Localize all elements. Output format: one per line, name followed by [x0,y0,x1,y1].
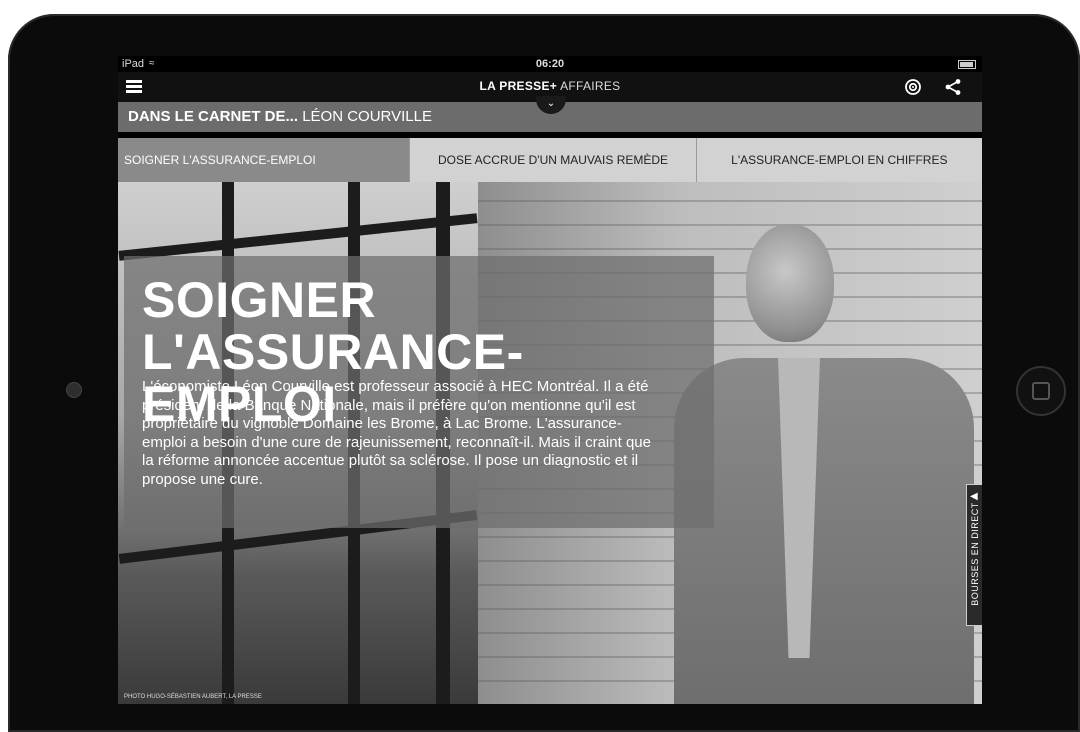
hero-photo: SOIGNER L'ASSURANCE-EMPLOI L'économiste … [118,182,982,704]
home-button[interactable] [1016,366,1066,416]
headline-line-1: SOIGNER [142,272,377,328]
status-bar: iPad ≈ 06:20 [118,56,982,72]
tab-assurance-emploi-chiffres[interactable]: L'ASSURANCE-EMPLOI EN CHIFFRES [695,138,982,182]
podcast-icon[interactable] [904,78,922,96]
article-tabs: SOIGNER L'ASSURANCE-EMPLOI DOSE ACCRUE D… [118,138,982,182]
tab-dose-accrue[interactable]: DOSE ACCRUE D'UN MAUVAIS REMÈDE [409,138,696,182]
tab-soigner-assurance-emploi[interactable]: SOIGNER L'ASSURANCE-EMPLOI [118,138,410,182]
bourses-en-direct-tab[interactable]: ◀ BOURSES EN DIRECT [966,484,982,626]
battery-icon [958,60,976,69]
carnet-name: LÉON COURVILLE [302,108,432,125]
section-name: AFFAIRES [560,79,621,93]
carnet-prefix: DANS LE CARNET DE... [128,108,299,125]
side-tab-label: BOURSES EN DIRECT [970,502,980,606]
camera-icon [66,382,82,398]
portrait-image [674,218,974,704]
brand-logo: LA PRESSE+ [479,79,558,93]
share-icon[interactable] [944,78,962,96]
article-intro: L'économiste Léon Courville est professe… [142,378,651,488]
brand-title: LA PRESSE+ AFFAIRES [118,79,982,93]
clock: 06:20 [535,58,565,70]
photo-credit: PHOTO HUGO-SÉBASTIEN AUBERT, LA PRESSE [124,694,262,700]
screen: iPad ≈ 06:20 LA PRESSE+ AFFAIRES ⌄ DANS … [118,56,982,704]
